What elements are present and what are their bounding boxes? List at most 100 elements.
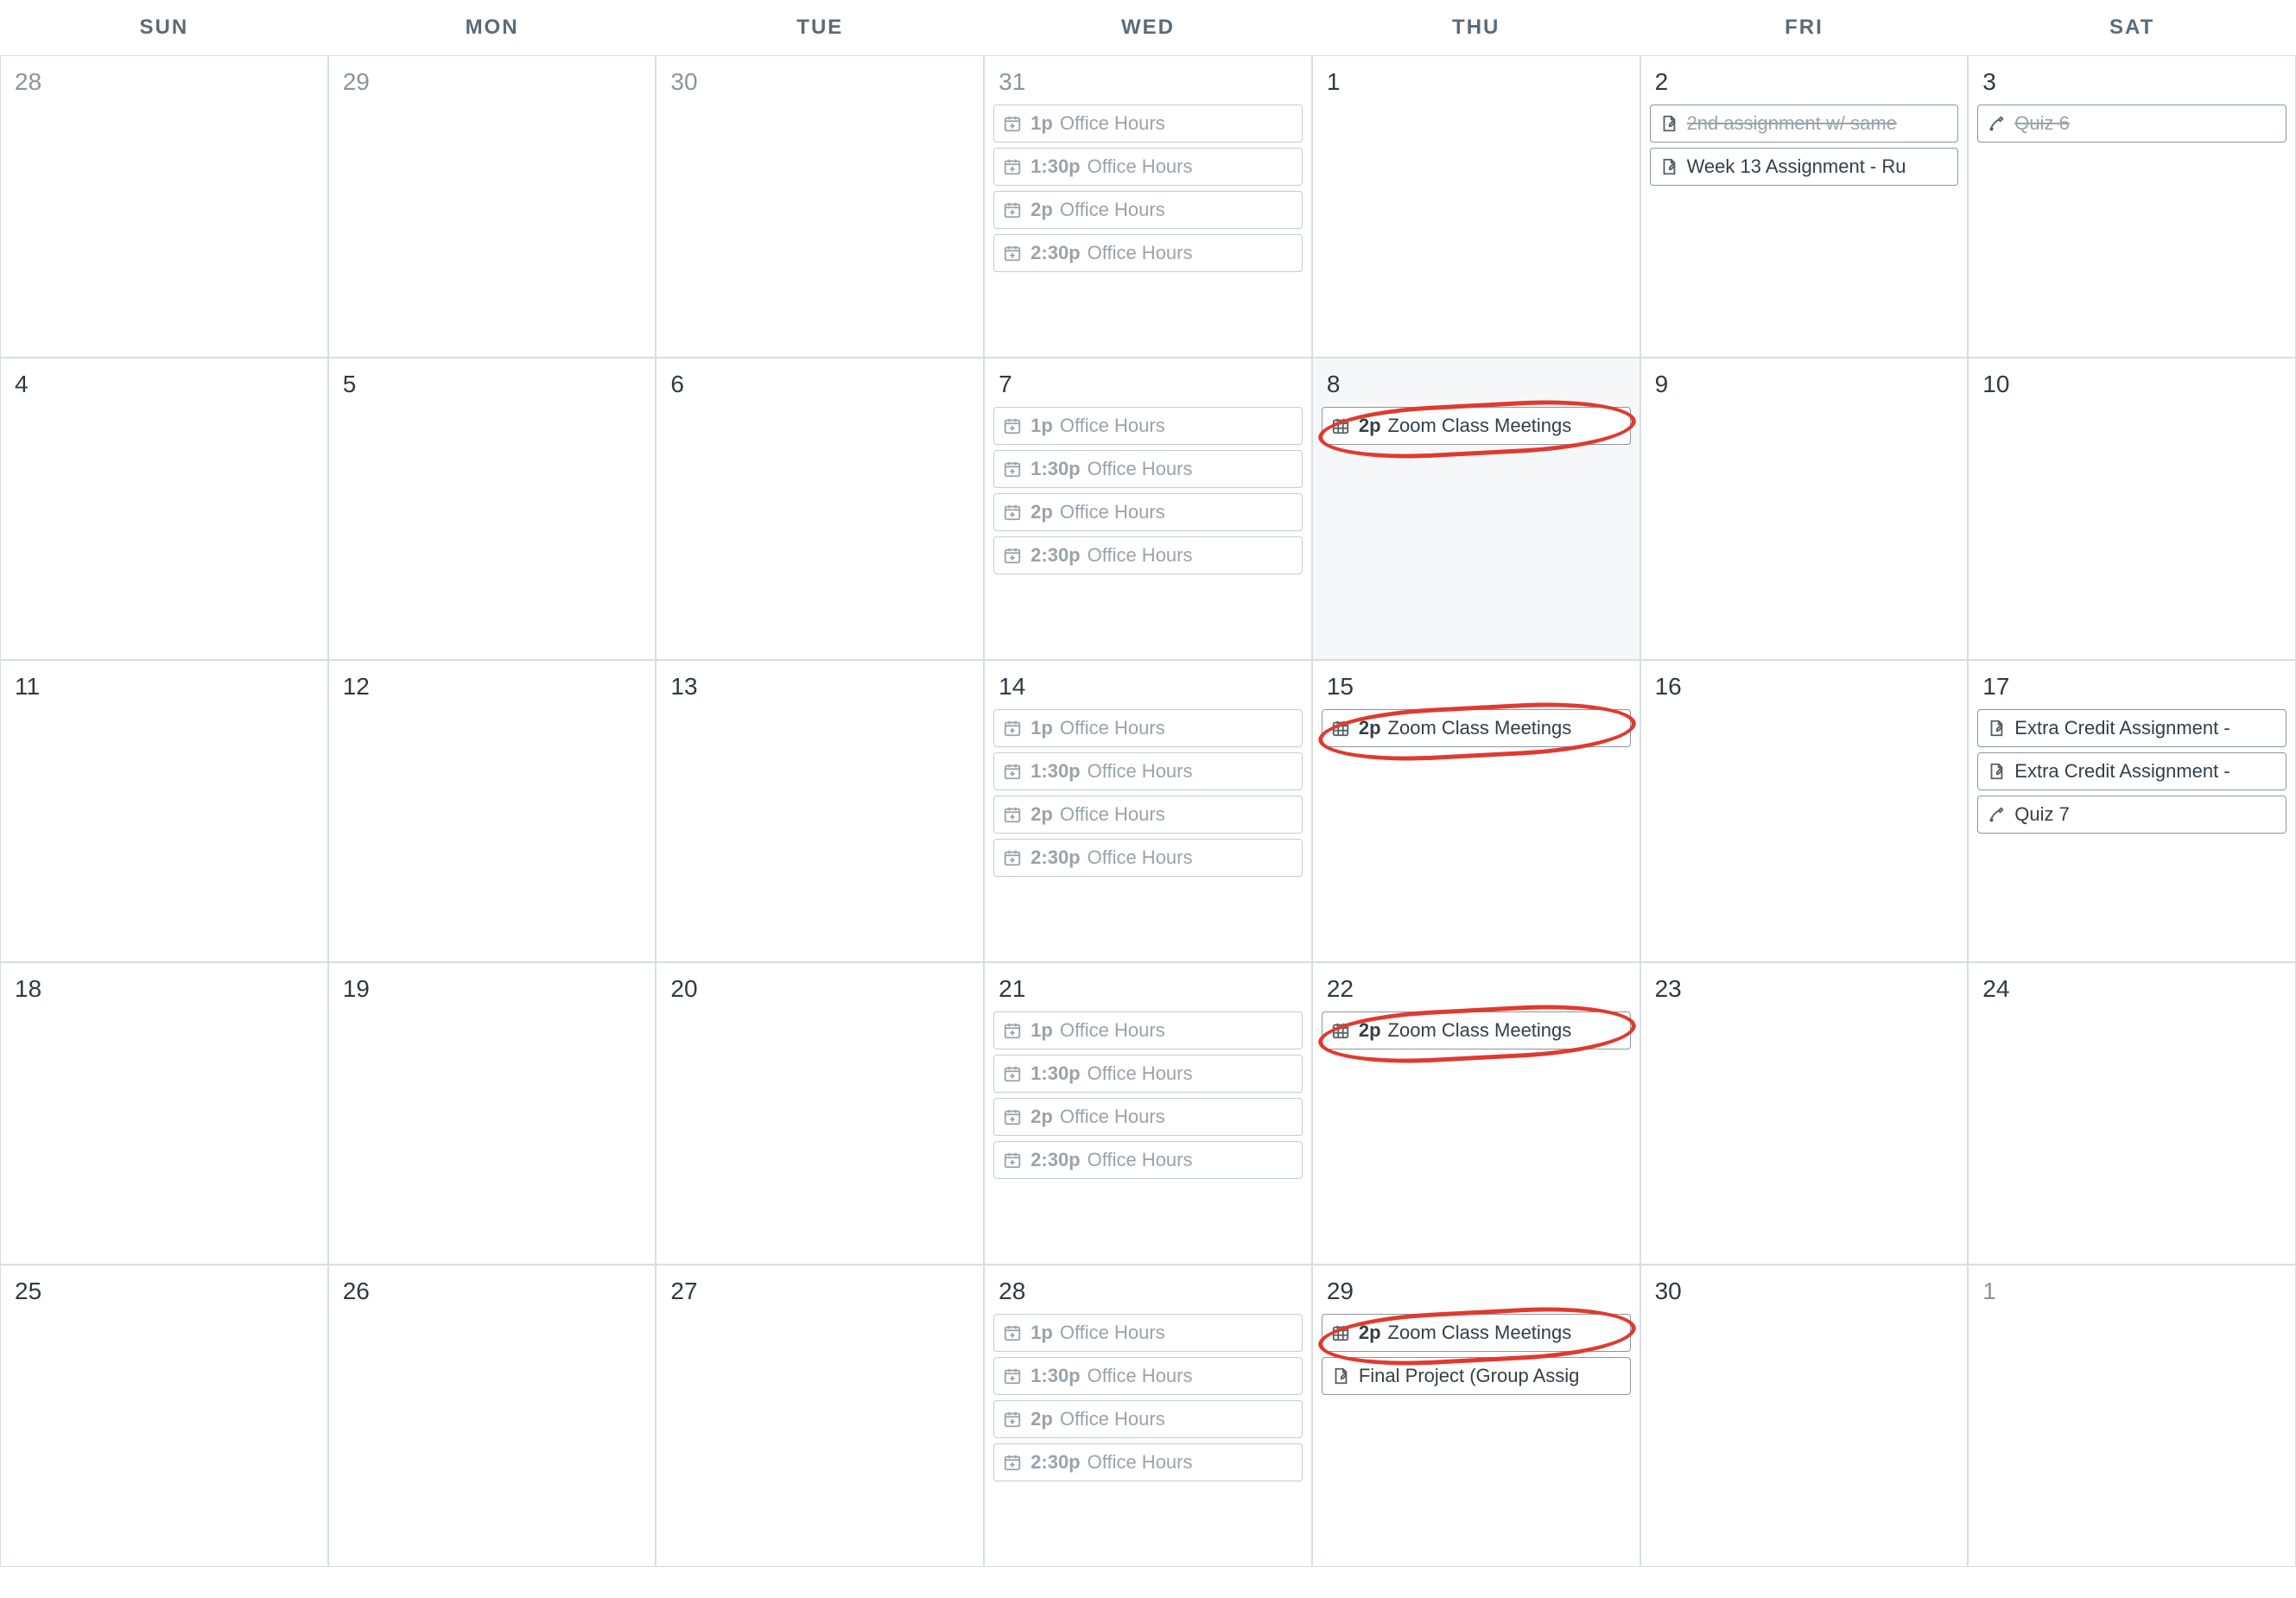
- day-cell[interactable]: 222p Zoom Class Meetings: [1312, 962, 1640, 1265]
- day-cell[interactable]: 6: [656, 358, 984, 660]
- day-number: 3: [1977, 65, 2286, 105]
- dow-mon: MON: [328, 0, 656, 55]
- day-cell[interactable]: 311p Office Hours 1:30p Office Hours 2p Of…: [984, 55, 1312, 358]
- calendar-event[interactable]: Quiz 7: [1977, 796, 2286, 834]
- calendar-event[interactable]: 1:30p Office Hours: [993, 1055, 1303, 1093]
- calendar-event[interactable]: 1:30p Office Hours: [993, 148, 1303, 186]
- day-cell[interactable]: 30: [1640, 1265, 1969, 1567]
- day-cell[interactable]: 9: [1640, 358, 1969, 660]
- day-cell[interactable]: 29: [328, 55, 656, 358]
- day-cell[interactable]: 18: [0, 962, 328, 1265]
- day-cell[interactable]: 19: [328, 962, 656, 1265]
- day-cell[interactable]: 17Extra Credit Assignment -Extra Credit …: [1968, 660, 2296, 962]
- calendar-event[interactable]: 2p Zoom Class Meetings: [1322, 1011, 1631, 1049]
- calendar: SUN MON TUE WED THU FRI SAT 282930311p O…: [0, 0, 2296, 1567]
- day-number: 1: [1977, 1274, 2286, 1314]
- event-list: Extra Credit Assignment - Extra Credit As…: [1977, 709, 2286, 834]
- calendar-event[interactable]: 1p Office Hours: [993, 709, 1303, 747]
- day-cell[interactable]: 20: [656, 962, 984, 1265]
- day-cell[interactable]: 12: [328, 660, 656, 962]
- calendar-event[interactable]: Quiz 6: [1977, 105, 2286, 143]
- day-number: 21: [993, 972, 1303, 1011]
- day-cell[interactable]: 211p Office Hours 1:30p Office Hours 2p Of…: [984, 962, 1312, 1265]
- day-cell[interactable]: 25: [0, 1265, 328, 1567]
- cal-plus-icon: [1001, 155, 1024, 178]
- day-cell[interactable]: 1: [1968, 1265, 2296, 1567]
- day-cell[interactable]: 152p Zoom Class Meetings: [1312, 660, 1640, 962]
- day-cell[interactable]: 23: [1640, 962, 1969, 1265]
- calendar-event[interactable]: 2p Office Hours: [993, 1400, 1303, 1438]
- assignment-icon: [1658, 155, 1680, 178]
- calendar-event[interactable]: 2:30p Office Hours: [993, 1141, 1303, 1179]
- event-time: 1:30p: [1031, 155, 1080, 178]
- calendar-event[interactable]: 2p Zoom Class Meetings: [1322, 709, 1631, 747]
- day-cell[interactable]: 82p Zoom Class Meetings: [1312, 358, 1640, 660]
- event-list: 2p Zoom Class Meetings: [1322, 709, 1631, 747]
- calendar-event[interactable]: 1p Office Hours: [993, 407, 1303, 445]
- day-number: 25: [10, 1274, 319, 1314]
- cal-plus-icon: [1001, 1408, 1024, 1430]
- event-title: Office Hours: [1088, 155, 1193, 178]
- event-list: 2p Zoom Class Meetings: [1322, 407, 1631, 445]
- day-cell[interactable]: 10: [1968, 358, 2296, 660]
- day-number: 23: [1650, 972, 1959, 1011]
- day-cell[interactable]: 292p Zoom Class MeetingsFinal Project (G…: [1312, 1265, 1640, 1567]
- calendar-event[interactable]: Extra Credit Assignment -: [1977, 709, 2286, 747]
- day-cell[interactable]: 28: [0, 55, 328, 358]
- day-cell[interactable]: 22nd assignment w/ sameWeek 13 Assignmen…: [1640, 55, 1969, 358]
- calendar-event[interactable]: 2p Zoom Class Meetings: [1322, 1314, 1631, 1352]
- calendar-event[interactable]: Final Project (Group Assig: [1322, 1357, 1631, 1395]
- event-time: 2p: [1031, 1106, 1053, 1128]
- calendar-event[interactable]: 2p Office Hours: [993, 796, 1303, 834]
- event-title: Quiz 7: [2014, 803, 2070, 826]
- calendar-event[interactable]: 1p Office Hours: [993, 1011, 1303, 1049]
- day-number: 17: [1977, 669, 2286, 709]
- day-cell[interactable]: 30: [656, 55, 984, 358]
- cal-plus-icon: [1001, 1019, 1024, 1042]
- calendar-event[interactable]: 2p Office Hours: [993, 191, 1303, 229]
- day-cell[interactable]: 71p Office Hours1:30p Office Hours2p Off…: [984, 358, 1312, 660]
- calendar-event[interactable]: Week 13 Assignment - Ru: [1650, 148, 1959, 186]
- calendar-event[interactable]: 2p Office Hours: [993, 493, 1303, 531]
- day-cell[interactable]: 3Quiz 6: [1968, 55, 2296, 358]
- day-number: 8: [1322, 367, 1631, 407]
- event-list: 1p Office Hours 1:30p Office Hours 2p Offi…: [993, 105, 1303, 272]
- event-title: Zoom Class Meetings: [1388, 1019, 1572, 1042]
- calendar-event[interactable]: 2:30p Office Hours: [993, 234, 1303, 272]
- day-cell[interactable]: 13: [656, 660, 984, 962]
- calendar-event[interactable]: 2p Office Hours: [993, 1098, 1303, 1136]
- dow-tue: TUE: [656, 0, 984, 55]
- event-time: 1:30p: [1031, 760, 1080, 783]
- day-number: 31: [993, 65, 1303, 105]
- calendar-event[interactable]: 1p Office Hours: [993, 1314, 1303, 1352]
- calendar-event[interactable]: 2nd assignment w/ same: [1650, 105, 1959, 143]
- calendar-event[interactable]: 2:30p Office Hours: [993, 1443, 1303, 1481]
- event-title: Office Hours: [1060, 415, 1165, 437]
- calendar-event[interactable]: 1:30p Office Hours: [993, 752, 1303, 790]
- day-cell[interactable]: 281p Office Hours1:30p Office Hours2p Of…: [984, 1265, 1312, 1567]
- day-cell[interactable]: 24: [1968, 962, 2296, 1265]
- event-list: Quiz 6: [1977, 105, 2286, 143]
- day-cell[interactable]: 11: [0, 660, 328, 962]
- day-cell[interactable]: 27: [656, 1265, 984, 1567]
- calendar-event[interactable]: 1:30p Office Hours: [993, 1357, 1303, 1395]
- calendar-event[interactable]: 1:30p Office Hours: [993, 450, 1303, 488]
- day-number: 9: [1650, 367, 1959, 407]
- event-title: Extra Credit Assignment -: [2014, 717, 2229, 739]
- day-cell[interactable]: 5: [328, 358, 656, 660]
- event-title: Office Hours: [1088, 1149, 1193, 1171]
- cal-plus-icon: [1001, 847, 1024, 869]
- calendar-event[interactable]: Extra Credit Assignment -: [1977, 752, 2286, 790]
- calendar-event[interactable]: 2p Zoom Class Meetings: [1322, 407, 1631, 445]
- calendar-event[interactable]: 2:30p Office Hours: [993, 839, 1303, 877]
- day-cell[interactable]: 4: [0, 358, 328, 660]
- day-cell[interactable]: 16: [1640, 660, 1969, 962]
- calendar-event[interactable]: 1p Office Hours: [993, 105, 1303, 143]
- day-number: 22: [1322, 972, 1631, 1011]
- day-cell[interactable]: 141p Office Hours1:30p Office Hours2p Of…: [984, 660, 1312, 962]
- event-title: Office Hours: [1060, 1106, 1165, 1128]
- day-cell[interactable]: 26: [328, 1265, 656, 1567]
- day-cell[interactable]: 1: [1312, 55, 1640, 358]
- cal-plus-icon: [1001, 1451, 1024, 1474]
- calendar-event[interactable]: 2:30p Office Hours: [993, 536, 1303, 574]
